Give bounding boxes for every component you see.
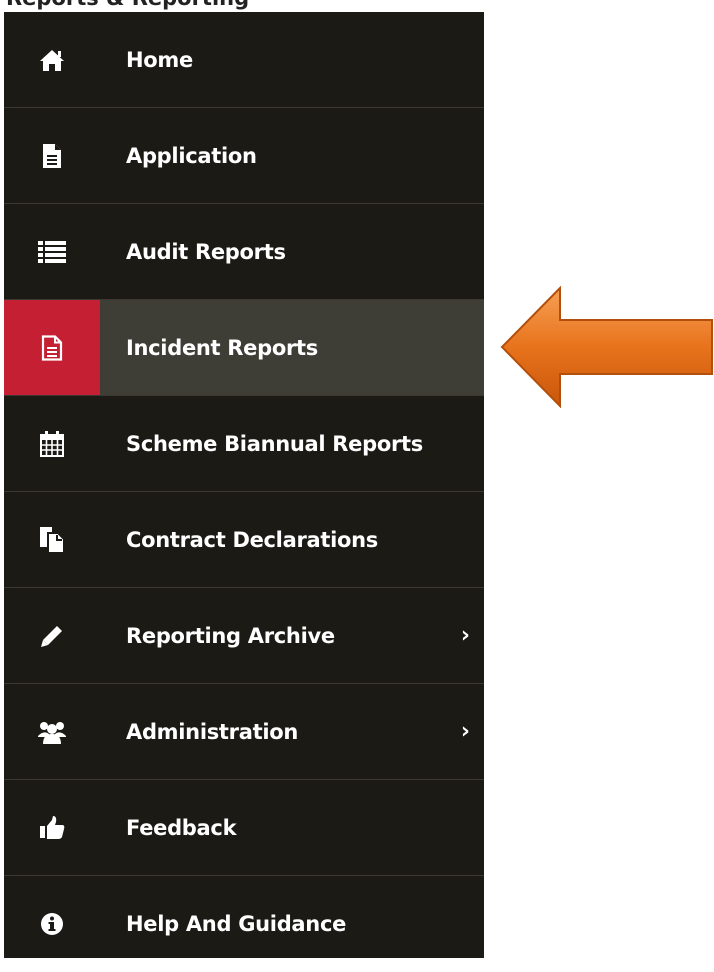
sidebar-item-incident-reports[interactable]: Incident Reports [4,300,484,396]
document-icon [4,108,100,204]
sidebar-item-label: Scheme Biannual Reports [126,432,423,456]
sidebar-item-label: Audit Reports [126,240,286,264]
chevron-right-icon: › [460,719,470,744]
sidebar-item-application[interactable]: Application [4,108,484,204]
users-icon [4,684,100,780]
sidebar-item-administration[interactable]: Administration › [4,684,484,780]
home-icon [4,12,100,108]
sidebar-item-label: Incident Reports [126,336,318,360]
thumbs-up-icon [4,780,100,876]
calendar-icon [4,396,100,492]
sidebar-item-label: Application [126,144,257,168]
sidebar-item-home[interactable]: Home [4,12,484,108]
sidebar-item-reporting-archive[interactable]: Reporting Archive › [4,588,484,684]
list-icon [4,204,100,300]
document-outline-icon [4,300,100,396]
sidebar-item-label: Reporting Archive [126,624,335,648]
sidebar-item-label: Administration [126,720,298,744]
orange-pointer-arrow [500,286,714,408]
sidebar-item-audit-reports[interactable]: Audit Reports [4,204,484,300]
sidebar-item-scheme-biannual-reports[interactable]: Scheme Biannual Reports [4,396,484,492]
cropped-page-heading: Reports & Reporting [0,0,714,12]
sidebar-item-contract-declarations[interactable]: Contract Declarations [4,492,484,588]
sidebar-item-label: Feedback [126,816,237,840]
copy-icon [4,492,100,588]
sidebar-item-feedback[interactable]: Feedback [4,780,484,876]
sidebar-item-label: Contract Declarations [126,528,378,552]
chevron-right-icon: › [460,623,470,648]
sidebar-item-label: Home [126,48,193,72]
page-heading-text: Reports & Reporting [6,0,249,10]
pencil-icon [4,588,100,684]
sidebar-nav: Home Application Audit Reports Incident … [4,12,484,958]
